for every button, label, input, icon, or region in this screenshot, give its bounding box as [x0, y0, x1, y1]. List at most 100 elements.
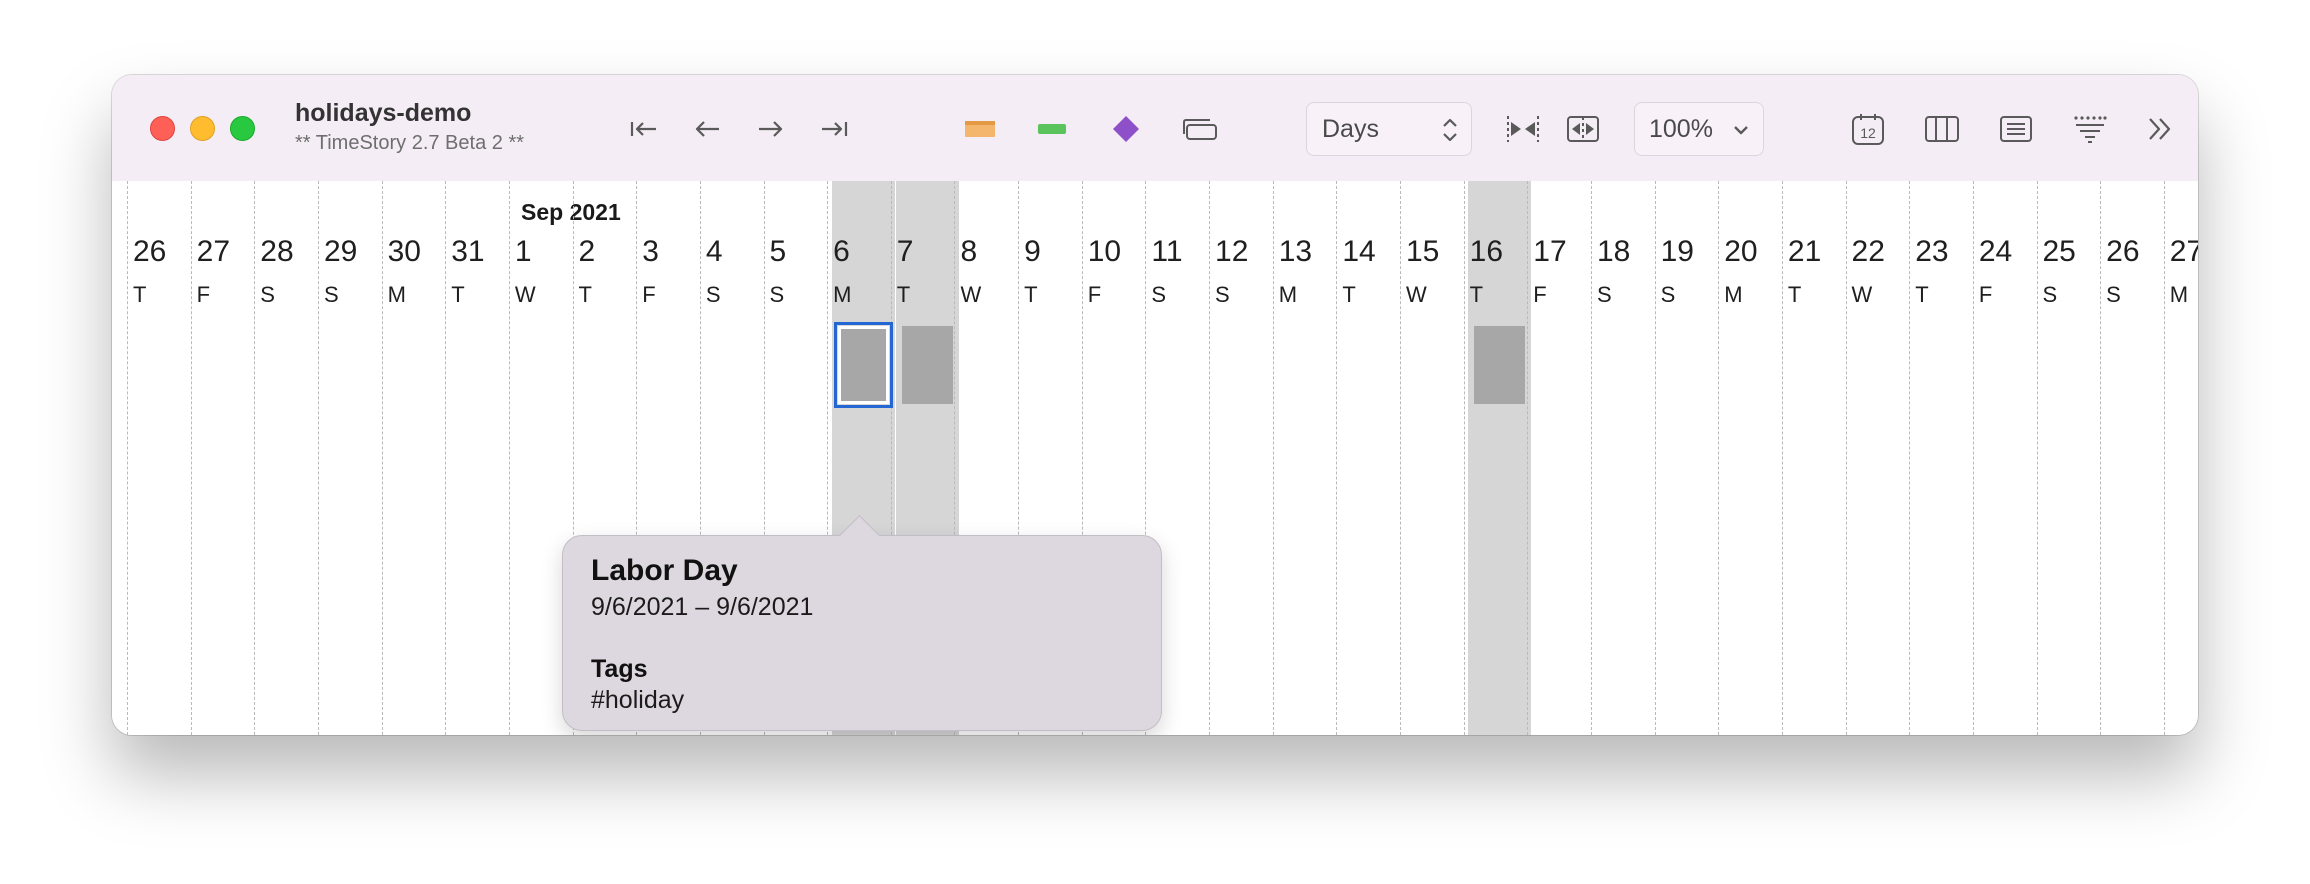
- chevron-down-icon: [1734, 126, 1748, 135]
- day-number: 16: [1469, 235, 1504, 268]
- more-toolbar-button[interactable]: [2142, 108, 2178, 150]
- month-label: Sep 2021: [521, 199, 621, 225]
- day-number: 27: [2169, 235, 2198, 268]
- day-number: 4: [705, 235, 723, 268]
- zoom-select[interactable]: 100%: [1634, 102, 1764, 156]
- compress-icon: [1507, 116, 1539, 142]
- day-number: 24: [1978, 235, 2013, 268]
- list-button[interactable]: [1996, 108, 2036, 150]
- day-number: 23: [1915, 235, 1949, 268]
- compress-button[interactable]: [1502, 108, 1544, 150]
- jump-to-start-button[interactable]: [624, 108, 664, 150]
- weekday-letter: M: [1724, 282, 1743, 307]
- day-gridline: [127, 181, 128, 735]
- up-down-chevron-icon: [1443, 118, 1457, 142]
- day-number: 8: [960, 235, 978, 268]
- filter-icon: [2074, 116, 2107, 143]
- holiday-event[interactable]: [902, 326, 953, 404]
- timeline-view[interactable]: Sep 2021 26 T 27 F 28 S 29 S 30 M 31 T 1 W 2 T 3 F 4 S 5 S 6 M 7…: [112, 181, 2198, 735]
- labor-day-event[interactable]: [834, 322, 893, 408]
- weekday-letter: T: [1915, 282, 1929, 307]
- weekday-letter: S: [2042, 282, 2058, 307]
- day-gridline: [1972, 181, 1974, 735]
- svg-text:12: 12: [1860, 125, 1876, 141]
- day-gridline: [2100, 181, 2102, 735]
- day-gridline: [1400, 181, 1401, 735]
- day-gridline: [317, 181, 319, 735]
- day-number: 29: [323, 235, 358, 268]
- weekday-letter: M: [833, 282, 852, 307]
- day-number: 19: [1660, 235, 1694, 268]
- day-number: 17: [1533, 235, 1567, 268]
- weekday-letter: T: [1342, 282, 1356, 307]
- weekday-letter: S: [323, 282, 339, 307]
- weekday-letter: F: [1533, 282, 1547, 307]
- calendar-button[interactable]: 12: [1848, 108, 1888, 150]
- time-scale-value: Days: [1322, 114, 1379, 143]
- add-milestone-button[interactable]: [1106, 108, 1146, 150]
- add-group-button[interactable]: [1178, 108, 1222, 150]
- filter-button[interactable]: [2070, 108, 2110, 150]
- close-window-button[interactable]: [150, 116, 175, 141]
- weekday-letter: W: [514, 282, 536, 307]
- columns-icon: [1925, 116, 1959, 142]
- previous-icon: [695, 121, 719, 137]
- zoom-window-button[interactable]: [230, 116, 255, 141]
- add-bar-button[interactable]: [1032, 108, 1072, 150]
- day-number: 31: [451, 235, 485, 268]
- weekday-letter: T: [451, 282, 465, 307]
- weekday-letter: T: [1469, 282, 1484, 307]
- minimize-window-button[interactable]: [190, 116, 215, 141]
- day-gridline: [190, 181, 192, 735]
- time-scale-select[interactable]: Days: [1306, 102, 1472, 156]
- day-number: 25: [2042, 235, 2076, 268]
- calendar-icon: 12: [1852, 114, 1884, 145]
- day-number: 26: [2106, 235, 2140, 268]
- weekday-letter: T: [1024, 282, 1038, 307]
- columns-button[interactable]: [1922, 108, 1962, 150]
- day-number: 28: [260, 235, 294, 268]
- day-gridline: [254, 181, 256, 735]
- day-gridline: [1209, 181, 1211, 735]
- day-number: 27: [196, 235, 231, 268]
- day-gridline: [1527, 181, 1529, 735]
- add-span-button[interactable]: [960, 108, 1000, 150]
- day-gridline: [1272, 181, 1274, 735]
- popover-date-range: 9/6/2021 – 9/6/2021: [591, 593, 814, 621]
- expand-icon: [1567, 116, 1599, 142]
- day-gridline: [1590, 181, 1592, 735]
- holiday-event[interactable]: [1474, 326, 1525, 404]
- jump-to-start-icon: [630, 122, 656, 136]
- day-number: 2: [578, 235, 596, 268]
- next-button[interactable]: [750, 108, 790, 150]
- day-number: 30: [387, 235, 421, 268]
- weekday-letter: W: [1406, 282, 1427, 307]
- weekday-letter: S: [1596, 282, 1612, 307]
- document-subtitle: ** TimeStory 2.7 Beta 2 **: [295, 132, 525, 154]
- weekday-letter: M: [1278, 282, 1298, 307]
- day-gridline: [2036, 181, 2038, 735]
- add-group-icon: [1183, 119, 1217, 140]
- day-number: 21: [1787, 235, 1822, 268]
- more-icon: [2149, 118, 2171, 140]
- zoom-value: 100%: [1649, 114, 1713, 143]
- weekday-letter: T: [578, 282, 592, 307]
- expand-button[interactable]: [1562, 108, 1604, 150]
- add-milestone-diamond-icon: [1113, 116, 1139, 142]
- day-gridline: [381, 181, 383, 735]
- list-icon: [2000, 116, 2032, 142]
- day-gridline: [1845, 181, 1847, 735]
- weekday-letter: T: [1787, 282, 1802, 307]
- day-number: 12: [1215, 235, 1249, 268]
- previous-button[interactable]: [688, 108, 728, 150]
- weekday-letter: S: [769, 282, 785, 307]
- popover-tag: #holiday: [591, 686, 685, 714]
- day-gridline: [1336, 181, 1338, 735]
- day-number: 13: [1278, 235, 1313, 268]
- day-number: 5: [769, 235, 787, 268]
- jump-to-end-button[interactable]: [814, 108, 854, 150]
- day-number: 7: [896, 235, 914, 268]
- event-info-popover: Labor Day 9/6/2021 – 9/6/2021 Tags #holi…: [562, 514, 1162, 731]
- title-bar-toolbar: holidays-demo ** TimeStory 2.7 Beta 2 **: [112, 75, 2198, 182]
- weekday-letter: F: [642, 282, 656, 307]
